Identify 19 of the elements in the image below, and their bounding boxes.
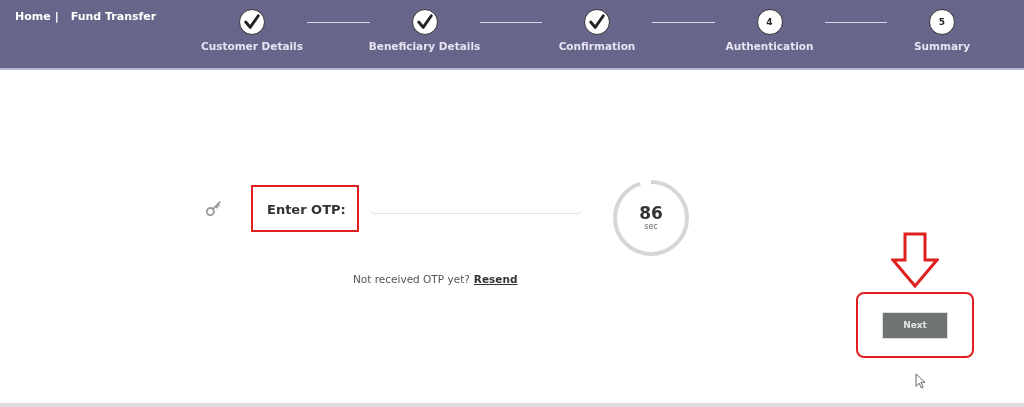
resend-prompt: Not received OTP yet? <box>353 273 470 285</box>
key-icon <box>205 199 223 217</box>
step-label: Summary <box>914 40 970 52</box>
step-label: Beneficiary Details <box>368 40 481 52</box>
pointer-cursor-icon <box>914 373 926 389</box>
step-label: Authentication <box>725 40 814 52</box>
home-link[interactable]: Home <box>15 10 51 23</box>
otp-label: Enter OTP: <box>267 201 346 217</box>
step-label: Confirmation <box>558 40 636 52</box>
page-title: Fund Transfer <box>70 10 157 23</box>
step-number: 4 <box>756 9 783 35</box>
resend-link[interactable]: Resend <box>473 273 518 285</box>
step-number: 5 <box>929 9 955 35</box>
breadcrumb-separator: | <box>54 10 59 23</box>
down-arrow-icon <box>891 232 939 288</box>
timer-value: 86 <box>639 205 663 222</box>
next-button[interactable]: Next <box>882 311 948 339</box>
timer-unit: sec <box>644 222 658 231</box>
step-label: Customer Details <box>201 40 303 52</box>
